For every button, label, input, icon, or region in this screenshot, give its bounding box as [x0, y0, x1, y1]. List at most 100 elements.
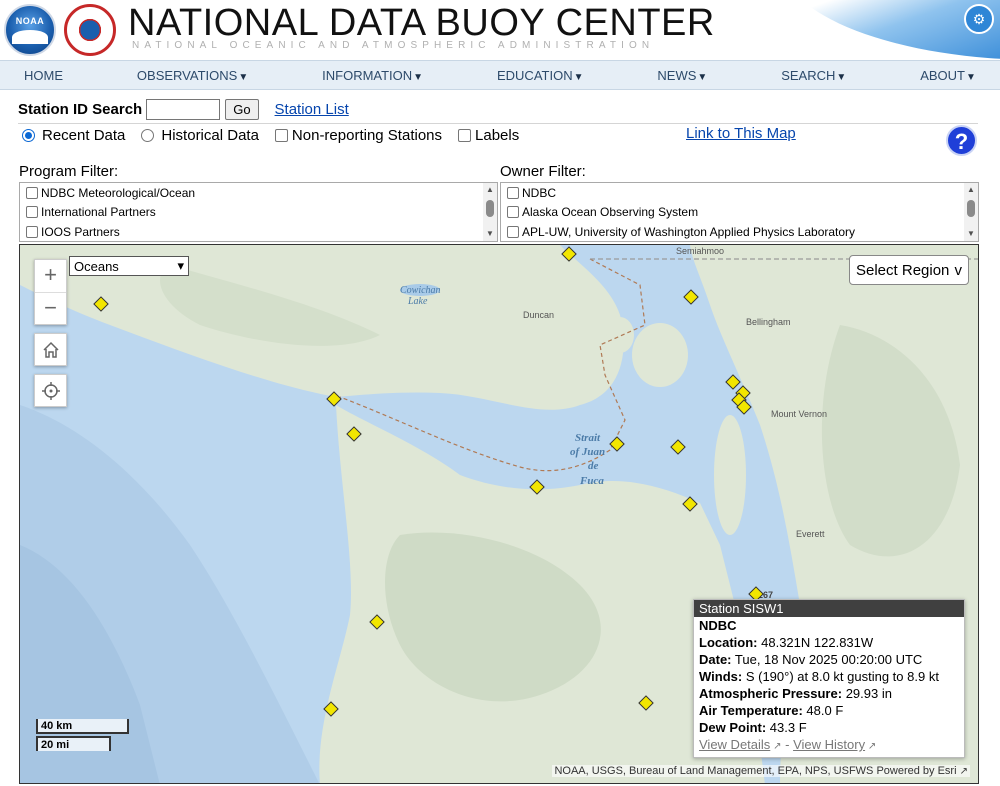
map-island — [632, 323, 688, 387]
help-icon[interactable]: ? — [946, 125, 977, 156]
popup-location: Location: 48.321N 122.831W — [694, 634, 964, 651]
owner-filter-item[interactable]: Alaska Ocean Observing System — [501, 203, 978, 223]
nav-search[interactable]: SEARCH▼ — [781, 68, 846, 83]
map-label-strait: of Juan — [570, 446, 605, 458]
select-region-label: Select Region — [856, 261, 950, 279]
popup-date: Date: Tue, 18 Nov 2025 00:20:00 UTC — [694, 651, 964, 668]
program-filter-checkbox[interactable] — [26, 225, 38, 238]
non-reporting-option[interactable]: Non-reporting Stations — [274, 126, 443, 144]
program-filter-item-label: NDBC Meteorological/Ocean — [41, 185, 196, 200]
station-id-search-label: Station ID Search — [18, 100, 143, 118]
nav-news[interactable]: NEWS▼ — [657, 68, 707, 83]
zoom-control: + − — [34, 259, 67, 325]
popup-date-label: Date: — [699, 652, 732, 667]
zoom-in-button[interactable]: + — [35, 260, 66, 292]
home-button[interactable] — [34, 333, 67, 366]
external-link-icon: ↗ — [959, 766, 968, 777]
site-subtitle: NATIONAL OCEANIC AND ATMOSPHERIC ADMINIS… — [132, 40, 655, 51]
view-details-link[interactable]: View Details — [699, 737, 770, 752]
station-id-input[interactable] — [146, 98, 221, 120]
select-region-button[interactable]: Select Region v — [849, 255, 969, 285]
owner-filter-checkbox[interactable] — [507, 206, 519, 219]
nav-education[interactable]: EDUCATION▼ — [497, 68, 584, 83]
popup-winds-value: S (190°) at 8.0 kt gusting to 8.9 kt — [745, 669, 939, 684]
chevron-down-icon: ▾ — [177, 258, 184, 273]
program-filter-item-label: International Partners — [41, 205, 156, 220]
owner-filter-checkbox[interactable] — [507, 186, 519, 199]
program-filter-checkbox[interactable] — [26, 186, 38, 199]
historical-data-radio[interactable] — [141, 128, 155, 142]
go-button[interactable]: Go — [225, 98, 259, 120]
dropdown-arrow-icon: ▼ — [413, 71, 424, 83]
popup-links: View Details ↗ - View History ↗ — [694, 736, 964, 755]
doc-seal-icon[interactable]: ⚙ — [964, 4, 994, 34]
program-filter-item[interactable]: International Partners — [20, 203, 497, 223]
divider — [18, 123, 978, 124]
dropdown-arrow-icon: ▼ — [836, 71, 847, 83]
dropdown-arrow-icon: ▼ — [573, 71, 584, 83]
link-to-this-map[interactable]: Link to This Map — [686, 125, 796, 142]
nav-home-label: HOME — [24, 67, 63, 83]
basemap-layer-select[interactable]: Oceans ▾ — [69, 256, 189, 276]
scroll-up-icon[interactable]: ▲ — [483, 184, 497, 196]
map-label-bellingham: Bellingham — [746, 317, 791, 327]
nav-education-label: EDUCATION — [496, 67, 573, 83]
powered-by-esri[interactable]: Powered by Esri — [876, 765, 956, 777]
recent-data-radio[interactable] — [22, 128, 35, 142]
historical-data-label: Historical Data — [161, 126, 259, 144]
station-list-link[interactable]: Station List — [275, 101, 349, 118]
program-filter-list[interactable]: NDBC Meteorological/Ocean International … — [19, 182, 498, 242]
owner-filter-item-label: APL-UW, University of Washington Applied… — [522, 224, 856, 239]
scroll-up-icon[interactable]: ▲ — [964, 184, 978, 196]
nav-about[interactable]: ABOUT▼ — [920, 68, 976, 83]
locate-button[interactable] — [34, 374, 67, 407]
nws-logo-emblem — [75, 15, 105, 45]
non-reporting-label: Non-reporting Stations — [291, 126, 443, 144]
owner-filter-list[interactable]: NDBC Alaska Ocean Observing System APL-U… — [500, 182, 979, 242]
home-icon — [42, 341, 59, 358]
nav-about-label: ABOUT — [920, 67, 966, 83]
owner-filter-item[interactable]: APL-UW, University of Washington Applied… — [501, 222, 978, 241]
scroll-down-icon[interactable]: ▼ — [964, 228, 978, 240]
popup-dew-point-label: Dew Point: — [699, 720, 767, 735]
program-filter-checkbox[interactable] — [26, 206, 38, 219]
dropdown-arrow-icon: ▼ — [238, 71, 249, 83]
historical-data-option[interactable]: Historical Data — [141, 127, 259, 144]
station-search-row: Station ID Search Go Station List — [18, 97, 349, 121]
labels-option[interactable]: Labels — [458, 127, 519, 144]
map-island — [606, 317, 634, 353]
map-label-strait: de — [588, 460, 599, 472]
station-popup: Station SISW1 NDBC Location: 48.321N 122… — [693, 599, 965, 758]
attribution-text: NOAA, USGS, Bureau of Land Management, E… — [554, 765, 874, 777]
noaa-logo-text: NOAA — [15, 16, 45, 26]
recent-data-option[interactable]: Recent Data — [22, 127, 125, 144]
noaa-logo[interactable]: NOAA — [4, 4, 56, 56]
scroll-thumb[interactable] — [486, 200, 494, 217]
nav-observations[interactable]: OBSERVATIONS▼ — [137, 68, 248, 83]
map-scale-bar: 40 km 20 mi — [36, 719, 129, 751]
non-reporting-checkbox[interactable] — [274, 128, 288, 142]
scroll-thumb[interactable] — [967, 200, 975, 217]
nav-home[interactable]: HOME — [24, 68, 63, 83]
map-island-whidbey — [714, 415, 746, 535]
program-filter-item-label: IOOS Partners — [41, 224, 120, 239]
owner-filter-checkbox[interactable] — [507, 225, 519, 238]
owner-filter-scrollbar[interactable]: ▲ ▼ — [964, 183, 978, 241]
nws-logo[interactable] — [64, 4, 116, 56]
program-filter-item[interactable]: IOOS Partners — [20, 222, 497, 241]
station-map[interactable]: Cowichan Lake Semiahmoo Duncan Bellingha… — [19, 244, 979, 784]
map-options-row: Recent Data Historical Data Non-reportin… — [22, 125, 535, 145]
popup-pressure-label: Atmospheric Pressure: — [699, 686, 843, 701]
recent-data-label: Recent Data — [42, 126, 126, 144]
labels-checkbox[interactable] — [458, 128, 472, 142]
chevron-down-icon: v — [954, 261, 963, 279]
nav-information[interactable]: INFORMATION▼ — [322, 68, 423, 83]
zoom-out-button[interactable]: − — [35, 292, 66, 324]
program-filter-item[interactable]: NDBC Meteorological/Ocean — [20, 183, 497, 203]
popup-air-temp-value: 48.0 F — [806, 703, 844, 718]
external-link-icon: ↗ — [865, 741, 877, 752]
program-filter-scrollbar[interactable]: ▲ ▼ — [483, 183, 497, 241]
view-history-link[interactable]: View History — [793, 737, 865, 752]
owner-filter-item[interactable]: NDBC — [501, 183, 978, 203]
scroll-down-icon[interactable]: ▼ — [483, 228, 497, 240]
